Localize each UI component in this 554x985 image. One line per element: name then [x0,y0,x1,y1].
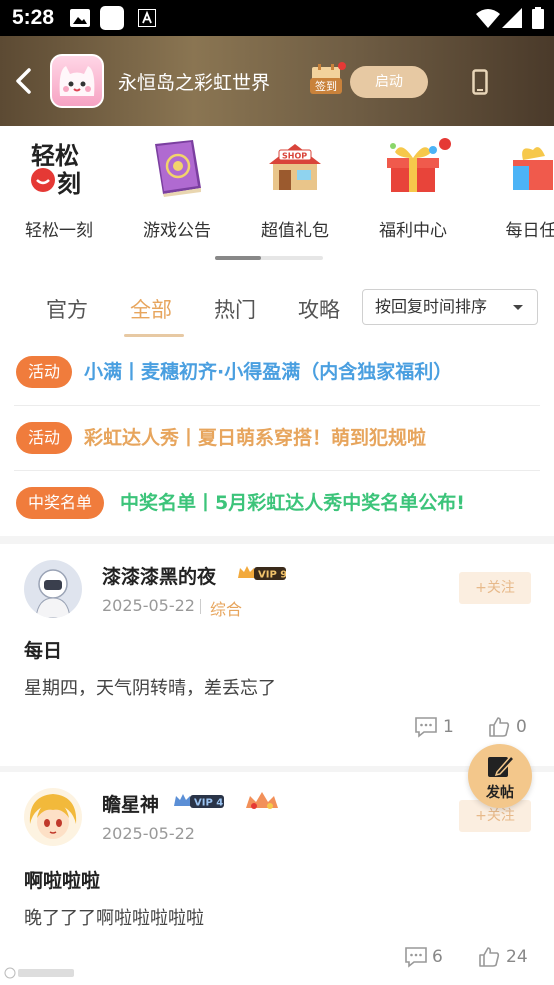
status-bar: 5:28 [0,0,554,36]
comment-icon[interactable] [414,716,438,743]
quick-item-label: 每日任 [505,221,554,241]
notice-text: 小满丨麦穗初齐·小得盈满（内含独家福利） [84,361,453,383]
post-username[interactable]: 漆漆漆黑的夜 [102,562,216,589]
post-date: 2025-05-22 [102,596,195,615]
post-title: 啊啦啦啦 [24,870,101,892]
post-title: 每日 [24,640,63,662]
quick-item-gift-pack[interactable]: SHOP 超值礼包 [250,136,340,241]
svg-text:SHOP: SHOP [282,152,307,161]
filter-tabs: 官方 全部 热门 攻略 按回复时间排序 [0,276,554,340]
quick-menu-scroll-indicator [215,256,323,260]
like-count: 24 [506,947,528,967]
svg-text:VIP 9: VIP 9 [258,570,286,581]
tab-official[interactable]: 官方 [46,294,88,324]
notice-item[interactable]: 中奖名单 中奖名单丨5月彩虹达人秀中奖名单公布! [14,470,540,534]
post-username[interactable]: 瞻星神 [102,790,159,817]
quick-item-welfare[interactable]: 福利中心 [368,136,458,241]
vip-badge: VIP 4 [172,792,224,810]
quick-item-label: 福利中心 [379,221,447,241]
divider [200,599,201,614]
follow-button[interactable]: +关注 [459,572,531,604]
sort-dropdown[interactable]: 按回复时间排序 [362,289,538,325]
a-notification-icon [138,9,156,31]
avatar[interactable] [24,788,82,846]
post-card[interactable]: 瞻星神 VIP 4 2025-05-22 +关注 啊啦啦啦 晚了了了啊啦啦啦啦啦… [0,772,554,985]
signin-badge [338,62,346,70]
svg-text:轻松: 轻松 [31,142,79,170]
like-icon[interactable] [488,716,510,743]
book-icon [145,136,209,200]
tab-all[interactable]: 全部 [130,294,172,324]
notice-tag: 中奖名单 [16,487,105,519]
signin-button[interactable]: 签到 [310,62,346,96]
game-header: 永恒岛之彩虹世界 签到 启动 [0,36,554,126]
chevron-down-icon [513,305,523,310]
back-arrow-icon[interactable] [14,68,34,98]
signin-label: 签到 [310,78,342,94]
wifi-icon [476,8,500,32]
post-body: 晚了了了啊啦啦啦啦啦 [24,908,204,929]
launch-button[interactable]: 启动 [350,66,428,98]
signal-icon [502,8,522,32]
tab-hot[interactable]: 热门 [214,294,256,324]
shop-icon: SHOP [263,136,327,200]
post-date: 2025-05-22 [102,824,195,843]
notice-item[interactable]: 活动 彩虹达人秀丨夏日萌系穿搭！萌到犯规啦 [14,405,540,469]
image-notification-icon [70,9,90,31]
phone-icon[interactable] [472,69,488,99]
comment-count: 1 [443,717,454,737]
post-card[interactable]: 漆漆漆黑的夜 VIP 9 2025-05-22 综合 +关注 每日 星期四，天气… [0,544,554,766]
post-category[interactable]: 综合 [210,596,242,620]
quick-item-daily[interactable]: 每日任 [486,136,554,241]
tab-guide[interactable]: 攻略 [298,294,340,324]
quick-item-label: 超值礼包 [261,221,329,241]
like-icon[interactable] [478,946,500,973]
like-count: 0 [516,717,527,737]
watermark-logo [4,966,76,983]
quick-item-announcement[interactable]: 游戏公告 [132,136,222,241]
quick-item-label: 游戏公告 [143,221,211,241]
relax-logo-icon: 轻松 刻 [27,136,91,200]
game-app-icon [50,54,104,108]
new-post-label: 发帖 [486,785,514,801]
notice-tag: 活动 [16,422,73,454]
sort-label: 按回复时间排序 [375,297,488,316]
notice-tag: 活动 [16,356,73,388]
game-title: 永恒岛之彩虹世界 [118,72,271,94]
status-time: 5:28 [12,6,55,29]
active-tab-underline [124,334,184,337]
comment-count: 6 [432,947,443,967]
daily-gift-icon [499,136,554,200]
notice-text: 中奖名单丨5月彩虹达人秀中奖名单公布! [120,492,465,514]
avatar[interactable] [24,560,82,618]
compose-icon [487,754,516,784]
vip-badge: VIP 9 [236,564,287,582]
battery-icon [532,7,544,33]
notice-item[interactable]: 活动 小满丨麦穗初齐·小得盈满（内含独家福利） [14,340,540,404]
gift-icon [381,136,451,200]
app-notification-icon [100,6,124,34]
notice-text: 彩虹达人秀丨夏日萌系穿搭！萌到犯规啦 [84,427,427,449]
svg-text:刻: 刻 [57,170,81,198]
new-post-button[interactable]: 发帖 [468,744,532,808]
comment-icon[interactable] [404,946,428,973]
welfare-badge [439,138,451,150]
post-body: 星期四，天气阴转晴，差丢忘了 [24,678,276,699]
quick-menu: 轻松 刻 轻松一刻 游戏公告 SHOP 超值礼包 福利中心 每日任 [0,126,554,276]
quick-item-relax[interactable]: 轻松 刻 轻松一刻 [14,136,104,241]
quick-item-label: 轻松一刻 [25,221,93,241]
event-badge-icon [244,788,280,809]
svg-text:VIP 4: VIP 4 [194,798,223,809]
pinned-notices: 活动 小满丨麦穗初齐·小得盈满（内含独家福利） 活动 彩虹达人秀丨夏日萌系穿搭！… [0,340,554,536]
